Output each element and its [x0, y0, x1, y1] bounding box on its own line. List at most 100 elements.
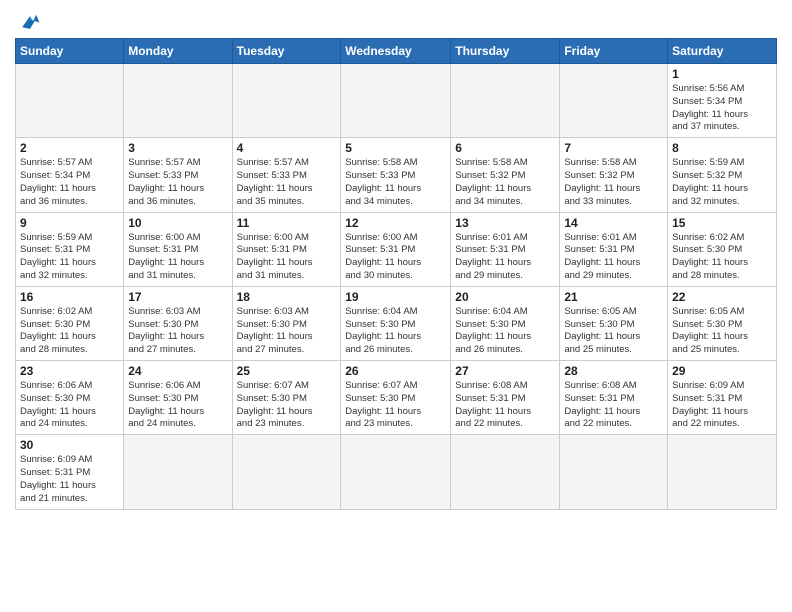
calendar-cell: 7 Sunrise: 5:58 AM Sunset: 5:32 PM Daylig… [560, 138, 668, 212]
day-number: 25 [237, 364, 337, 378]
calendar-cell: 9 Sunrise: 5:59 AM Sunset: 5:31 PM Daylig… [16, 212, 124, 286]
calendar-cell: 30 Sunrise: 6:09 AM Sunset: 5:31 PM Dayli… [16, 435, 124, 509]
calendar-cell [232, 64, 341, 138]
day-info: Sunrise: 5:58 AM Sunset: 5:32 PM Dayligh… [564, 157, 663, 208]
calendar-cell: 2Sunrise: 5:57 AM Sunset: 5:34 PM Daylig… [16, 138, 124, 212]
day-info: Sunrise: 6:07 AM Sunset: 5:30 PM Dayligh… [345, 380, 446, 431]
day-info: Sunrise: 6:04 AM Sunset: 5:30 PM Dayligh… [345, 306, 446, 357]
calendar-week-row: 2Sunrise: 5:57 AM Sunset: 5:34 PM Daylig… [16, 138, 777, 212]
calendar-cell: 23Sunrise: 6:06 AM Sunset: 5:30 PM Dayli… [16, 361, 124, 435]
calendar-cell: 19 Sunrise: 6:04 AM Sunset: 5:30 PM Dayli… [341, 286, 451, 360]
calendar-cell [451, 64, 560, 138]
calendar-cell: 5 Sunrise: 5:58 AM Sunset: 5:33 PM Daylig… [341, 138, 451, 212]
weekday-header-saturday: Saturday [668, 39, 777, 64]
calendar-cell: 12Sunrise: 6:00 AM Sunset: 5:31 PM Dayli… [341, 212, 451, 286]
calendar-week-row: 23 Sunrise: 6:06 AM Sunset: 5:30 PM Dayli… [16, 361, 777, 435]
day-info: Sunrise: 6:02 AM Sunset: 5:30 PM Dayligh… [672, 232, 772, 283]
calendar-cell: 1 Sunrise: 5:56 AM Sunset: 5:34 PM Daylig… [668, 64, 777, 138]
weekday-header-row: SundayMondayTuesdayWednesdayThursdayFrid… [16, 39, 777, 64]
calendar-cell: 26 Sunrise: 6:07 AM Sunset: 5:30 PM Dayli… [341, 361, 451, 435]
day-info: Sunrise: 5:56 AM Sunset: 5:34 PM Dayligh… [672, 83, 772, 134]
calendar-week-row: 9 Sunrise: 5:59 AM Sunset: 5:31 PM Daylig… [16, 212, 777, 286]
day-info: Sunrise: 6:09 AM Sunset: 5:31 PM Dayligh… [672, 380, 772, 431]
day-number: 8 [672, 141, 772, 155]
day-info: Sunrise: 6:02 AM Sunset: 5:30 PM Dayligh… [20, 306, 119, 357]
calendar-cell: 22Sunrise: 6:05 AM Sunset: 5:30 PM Dayli… [668, 286, 777, 360]
day-number: 30 [20, 438, 119, 452]
logo-bird-icon [19, 10, 41, 32]
day-info: Sunrise: 5:59 AM Sunset: 5:31 PM Dayligh… [20, 232, 119, 283]
day-info: Sunrise: 6:04 AM Sunset: 5:30 PM Dayligh… [455, 306, 555, 357]
calendar-cell: 25 Sunrise: 6:07 AM Sunset: 5:30 PM Dayli… [232, 361, 341, 435]
weekday-header-thursday: Thursday [451, 39, 560, 64]
day-number: 16 [20, 290, 119, 304]
day-number: 21 [564, 290, 663, 304]
calendar-cell [16, 64, 124, 138]
day-number: 15 [672, 216, 772, 230]
calendar-cell: 13 Sunrise: 6:01 AM Sunset: 5:31 PM Dayli… [451, 212, 560, 286]
calendar-cell [668, 435, 777, 509]
day-number: 9 [20, 216, 119, 230]
day-number: 13 [455, 216, 555, 230]
calendar-cell: 15 Sunrise: 6:02 AM Sunset: 5:30 PM Dayli… [668, 212, 777, 286]
weekday-header-wednesday: Wednesday [341, 39, 451, 64]
day-number: 24 [128, 364, 227, 378]
page: SundayMondayTuesdayWednesdayThursdayFrid… [0, 0, 792, 520]
day-number: 14 [564, 216, 663, 230]
calendar-week-row: 1 Sunrise: 5:56 AM Sunset: 5:34 PM Daylig… [16, 64, 777, 138]
day-info: Sunrise: 6:01 AM Sunset: 5:31 PM Dayligh… [455, 232, 555, 283]
day-info: Sunrise: 5:58 AM Sunset: 5:32 PM Dayligh… [455, 157, 555, 208]
day-info: Sunrise: 5:59 AM Sunset: 5:32 PM Dayligh… [672, 157, 772, 208]
calendar-week-row: 30 Sunrise: 6:09 AM Sunset: 5:31 PM Dayli… [16, 435, 777, 509]
calendar-cell: 29Sunrise: 6:09 AM Sunset: 5:31 PM Dayli… [668, 361, 777, 435]
calendar-week-row: 16 Sunrise: 6:02 AM Sunset: 5:30 PM Dayli… [16, 286, 777, 360]
calendar-cell: 28 Sunrise: 6:08 AM Sunset: 5:31 PM Dayli… [560, 361, 668, 435]
day-info: Sunrise: 6:05 AM Sunset: 5:30 PM Dayligh… [564, 306, 663, 357]
calendar-cell: 8 Sunrise: 5:59 AM Sunset: 5:32 PM Daylig… [668, 138, 777, 212]
calendar-cell: 6Sunrise: 5:58 AM Sunset: 5:32 PM Daylig… [451, 138, 560, 212]
day-info: Sunrise: 6:00 AM Sunset: 5:31 PM Dayligh… [237, 232, 337, 283]
calendar-cell [232, 435, 341, 509]
calendar-cell [124, 435, 232, 509]
day-info: Sunrise: 6:05 AM Sunset: 5:30 PM Dayligh… [672, 306, 772, 357]
day-info: Sunrise: 5:57 AM Sunset: 5:33 PM Dayligh… [128, 157, 227, 208]
day-number: 26 [345, 364, 446, 378]
weekday-header-monday: Monday [124, 39, 232, 64]
calendar-cell [560, 435, 668, 509]
weekday-header-sunday: Sunday [16, 39, 124, 64]
day-info: Sunrise: 6:08 AM Sunset: 5:31 PM Dayligh… [455, 380, 555, 431]
calendar-cell [124, 64, 232, 138]
day-number: 2 [20, 141, 119, 155]
day-info: Sunrise: 6:06 AM Sunset: 5:30 PM Dayligh… [128, 380, 227, 431]
day-number: 7 [564, 141, 663, 155]
day-info: Sunrise: 6:00 AM Sunset: 5:31 PM Dayligh… [128, 232, 227, 283]
day-info: Sunrise: 6:03 AM Sunset: 5:30 PM Dayligh… [128, 306, 227, 357]
day-number: 27 [455, 364, 555, 378]
day-number: 1 [672, 67, 772, 81]
calendar-cell [560, 64, 668, 138]
calendar-cell: 16 Sunrise: 6:02 AM Sunset: 5:30 PM Dayli… [16, 286, 124, 360]
calendar-cell: 11 Sunrise: 6:00 AM Sunset: 5:31 PM Dayli… [232, 212, 341, 286]
calendar-cell: 18Sunrise: 6:03 AM Sunset: 5:30 PM Dayli… [232, 286, 341, 360]
day-info: Sunrise: 6:00 AM Sunset: 5:31 PM Dayligh… [345, 232, 446, 283]
day-info: Sunrise: 5:57 AM Sunset: 5:33 PM Dayligh… [237, 157, 337, 208]
day-number: 4 [237, 141, 337, 155]
day-number: 5 [345, 141, 446, 155]
day-info: Sunrise: 6:03 AM Sunset: 5:30 PM Dayligh… [237, 306, 337, 357]
day-number: 23 [20, 364, 119, 378]
calendar-cell: 14Sunrise: 6:01 AM Sunset: 5:31 PM Dayli… [560, 212, 668, 286]
day-number: 11 [237, 216, 337, 230]
calendar-cell [341, 64, 451, 138]
day-info: Sunrise: 6:08 AM Sunset: 5:31 PM Dayligh… [564, 380, 663, 431]
day-number: 3 [128, 141, 227, 155]
calendar-cell: 27 Sunrise: 6:08 AM Sunset: 5:31 PM Dayli… [451, 361, 560, 435]
day-info: Sunrise: 6:09 AM Sunset: 5:31 PM Dayligh… [20, 454, 119, 505]
calendar-cell [451, 435, 560, 509]
day-number: 20 [455, 290, 555, 304]
weekday-header-tuesday: Tuesday [232, 39, 341, 64]
day-number: 19 [345, 290, 446, 304]
day-info: Sunrise: 5:58 AM Sunset: 5:33 PM Dayligh… [345, 157, 446, 208]
day-number: 17 [128, 290, 227, 304]
day-info: Sunrise: 6:07 AM Sunset: 5:30 PM Dayligh… [237, 380, 337, 431]
day-number: 28 [564, 364, 663, 378]
